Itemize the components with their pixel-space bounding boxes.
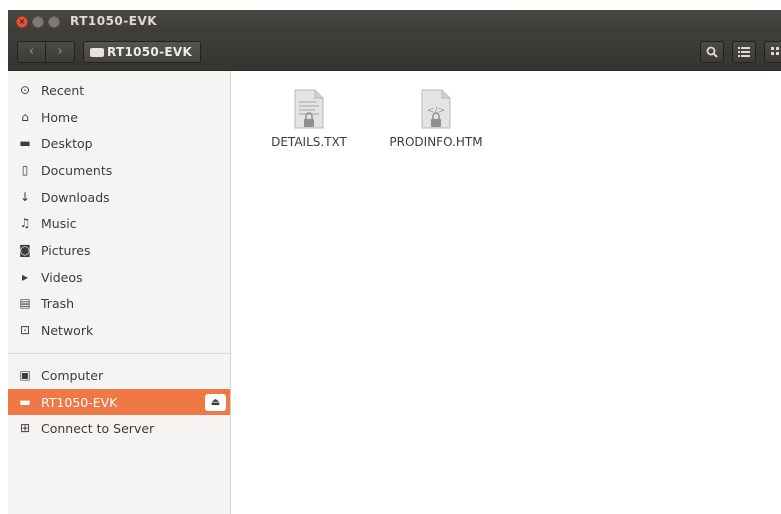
sidebar-item-network[interactable]: ⊡ Network (8, 317, 230, 343)
drive-icon (90, 47, 104, 57)
sidebar-item-home[interactable]: ⌂ Home (8, 104, 230, 130)
file-view: DETAILS.TXT </> PRODINFO.HTM (231, 71, 781, 514)
sidebar-item-desktop[interactable]: ▬ Desktop (8, 130, 230, 156)
list-view-icon (738, 47, 750, 57)
sidebar-item-label: Recent (41, 82, 85, 98)
sidebar-item-label: Desktop (41, 135, 93, 151)
sidebar-item-label: Network (41, 322, 94, 338)
eject-button[interactable]: ⏏ (205, 394, 226, 411)
grid-view-button[interactable] (764, 41, 781, 63)
sidebar-item-label: Trash (41, 295, 75, 311)
trash-icon: ▤ (19, 296, 31, 310)
sidebar-item-label: Pictures (41, 242, 91, 258)
file-manager-window: × RT1050-EVK ‹ › RT1050-EVK ⊙ Recent ⌂ H… (8, 10, 781, 514)
path-bar-button[interactable]: RT1050-EVK (83, 41, 202, 63)
sidebar-item-label: Computer (41, 367, 104, 383)
back-button[interactable]: ‹ (17, 41, 46, 63)
search-icon (706, 46, 718, 58)
server-icon: ⊞ (19, 421, 31, 435)
sidebar-item-label: RT1050-EVK (41, 394, 118, 410)
sidebar-item-label: Home (41, 109, 78, 125)
sidebar-item-pictures[interactable]: ◙ Pictures (8, 237, 230, 263)
sidebar-item-label: Documents (41, 162, 113, 178)
sidebar-item-recent[interactable]: ⊙ Recent (8, 77, 230, 103)
sidebar-item-documents[interactable]: ▯ Documents (8, 157, 230, 183)
document-icon: ▯ (21, 163, 29, 177)
sidebar-item-downloads[interactable]: ↓ Downloads (8, 184, 230, 210)
close-window-button[interactable]: × (16, 16, 28, 28)
music-icon: ♫ (19, 216, 31, 230)
grid-view-icon (771, 47, 779, 55)
drive-icon: ▬ (19, 395, 31, 409)
computer-icon: ▣ (19, 368, 31, 382)
minimize-window-button[interactable] (32, 16, 44, 28)
file-name: DETAILS.TXT (271, 135, 347, 149)
sidebar-item-label: Downloads (41, 189, 110, 205)
camera-icon: ◙ (19, 243, 31, 257)
sidebar-item-label: Videos (41, 269, 83, 285)
sidebar: ⊙ Recent ⌂ Home ▬ Desktop ▯ Documents ↓ … (8, 71, 231, 514)
file-name: PRODINFO.HTM (389, 135, 483, 149)
sidebar-item-videos[interactable]: ▸ Videos (8, 264, 230, 290)
download-icon: ↓ (19, 190, 31, 204)
html-code-glyph: </> (427, 106, 445, 116)
title-bar: × RT1050-EVK (8, 10, 781, 34)
folder-icon: ▬ (19, 136, 31, 150)
chevron-left-icon: ‹ (28, 44, 35, 59)
sidebar-item-label: Music (41, 215, 77, 231)
sidebar-item-trash[interactable]: ▤ Trash (8, 290, 230, 316)
sidebar-divider (8, 353, 230, 354)
video-icon: ▸ (21, 270, 29, 284)
file-item-prodinfo-htm[interactable]: </> PRODINFO.HTM (386, 89, 486, 149)
text-file-icon (293, 89, 325, 129)
html-file-icon: </> (420, 89, 452, 129)
sidebar-item-connect-to-server[interactable]: ⊞ Connect to Server (8, 415, 230, 441)
close-icon: × (18, 17, 26, 26)
file-item-details-txt[interactable]: DETAILS.TXT (259, 89, 359, 149)
forward-button[interactable]: › (46, 41, 75, 63)
home-icon: ⌂ (21, 110, 29, 124)
maximize-window-button[interactable] (48, 16, 60, 28)
search-button[interactable] (700, 41, 724, 63)
list-view-button[interactable] (732, 41, 756, 63)
chevron-right-icon: › (57, 44, 63, 59)
header-bar: ‹ › RT1050-EVK (8, 34, 781, 71)
sidebar-item-computer[interactable]: ▣ Computer (8, 362, 230, 388)
network-icon: ⊡ (19, 323, 31, 337)
path-label: RT1050-EVK (107, 45, 193, 59)
navigation-buttons: ‹ › (17, 41, 75, 63)
sidebar-item-music[interactable]: ♫ Music (8, 210, 230, 236)
sidebar-item-rt1050-evk[interactable]: ▬ RT1050-EVK ⏏ (8, 389, 230, 415)
eject-icon: ⏏ (210, 397, 221, 408)
sidebar-item-label: Connect to Server (41, 420, 155, 436)
window-title: RT1050-EVK (70, 14, 158, 28)
clock-icon: ⊙ (19, 83, 31, 97)
